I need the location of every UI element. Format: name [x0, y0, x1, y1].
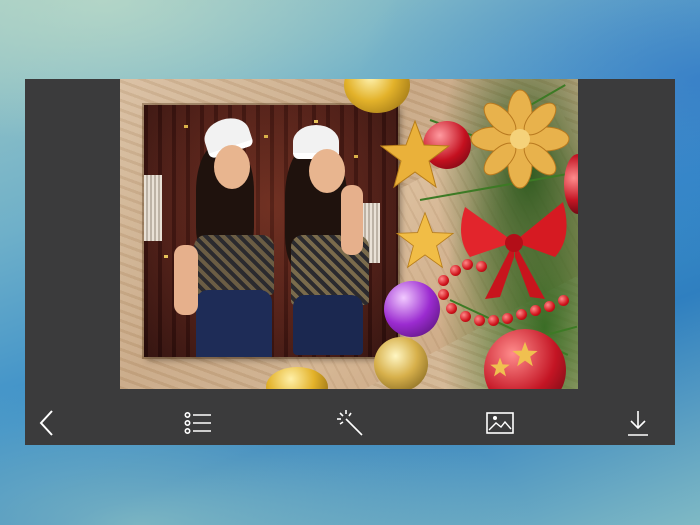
- gold-star-ornament: [380, 119, 450, 189]
- gold-star-icon: [490, 357, 510, 377]
- gold-star-icon: [512, 341, 538, 367]
- editor-panel: [25, 79, 675, 445]
- bottom-toolbar: [25, 401, 675, 445]
- person-right: [279, 125, 379, 355]
- gold-flower-ornament: [470, 89, 570, 189]
- gold-glitter-ornament: [374, 337, 428, 389]
- list-icon: [184, 411, 211, 434]
- purple-ornament: [384, 281, 440, 337]
- download-icon: [628, 411, 648, 436]
- chevron-left-icon: [39, 410, 53, 436]
- gold-star-ornament: [396, 211, 454, 269]
- image-icon: [486, 412, 514, 434]
- magic-wand-icon: [337, 410, 363, 436]
- effects-button[interactable]: [328, 401, 372, 445]
- photo-frame-canvas[interactable]: [120, 79, 578, 389]
- bead: [438, 275, 449, 286]
- red-bow-ornament: [461, 202, 567, 299]
- gallery-button[interactable]: [478, 401, 522, 445]
- download-button[interactable]: [616, 401, 660, 445]
- frames-list-button[interactable]: [176, 401, 220, 445]
- tassel-decoration: [144, 175, 162, 241]
- person-left: [174, 112, 284, 357]
- user-photo[interactable]: [144, 105, 398, 357]
- back-button[interactable]: [25, 401, 69, 445]
